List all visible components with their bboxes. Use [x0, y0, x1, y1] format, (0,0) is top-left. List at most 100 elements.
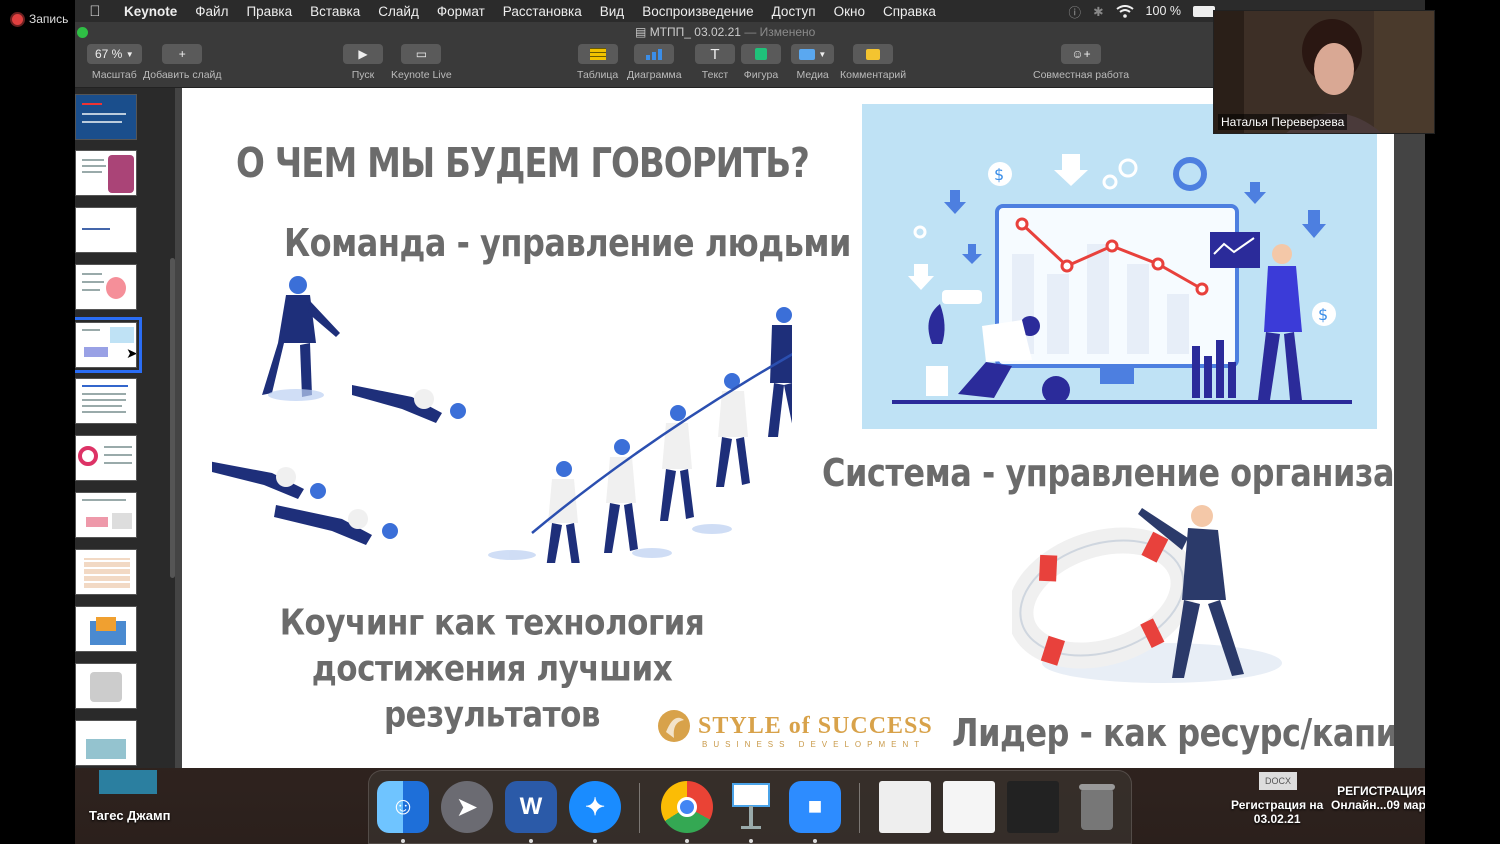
desktop-file-registration-online[interactable]: РЕГИСТРАЦИЯ Онлайн...09 мар [1331, 784, 1425, 812]
window-zoom-button[interactable] [77, 27, 88, 38]
menu-share[interactable]: Доступ [763, 4, 825, 19]
zoom-control[interactable]: 67 % ▼ Масштаб [87, 44, 142, 81]
zoom-window-thumbnail-icon[interactable] [1007, 781, 1059, 833]
comment-button[interactable]: Комментарий [840, 44, 906, 81]
shape-icon [741, 44, 781, 64]
launchpad-icon[interactable]: ➤ [441, 781, 493, 833]
photo-thumbnail [108, 155, 134, 193]
document-status: — Изменено [744, 25, 816, 39]
media-label: Медиа [796, 69, 829, 81]
docx-file-icon[interactable]: DOCX [1259, 772, 1297, 790]
comment-icon [853, 44, 894, 64]
keynote-live-button[interactable]: ▭ Keynote Live [391, 44, 452, 81]
chart-label: Диаграмма [627, 69, 682, 81]
menu-edit[interactable]: Правка [237, 4, 301, 19]
collaborate-button[interactable]: ☺+ Совместная работа [1033, 44, 1129, 81]
apple-menu-icon[interactable]:  [75, 3, 115, 20]
style-of-success-logo: STYLE of SUCCESS BUSINESS DEVELOPMENT [656, 708, 933, 749]
slide-navigator: ➤ [75, 88, 175, 768]
slide-thumbnail[interactable] [75, 549, 137, 595]
comment-label: Комментарий [840, 69, 907, 81]
chart-icon [634, 44, 675, 64]
file-name-line-1: РЕГИСТРАЦИЯ [1337, 784, 1425, 798]
recording-label: Запись [29, 12, 69, 26]
menu-view[interactable]: Вид [591, 4, 633, 19]
finder-icon[interactable]: ☺ [377, 781, 429, 843]
file-name-line-2: Онлайн...09 мар [1331, 798, 1425, 812]
zoom-value: 67 % [95, 47, 123, 61]
battery-icon[interactable] [1193, 5, 1215, 17]
shape-button[interactable]: Фигура [741, 44, 781, 81]
logo-subtitle: BUSINESS DEVELOPMENT [702, 740, 926, 749]
team-illustration [212, 276, 792, 563]
slide-thumbnail[interactable] [75, 606, 137, 652]
svg-text:$: $ [994, 165, 1004, 184]
coaching-line-1: Коучинг как технология [279, 602, 705, 644]
logo-mark-icon [658, 710, 690, 742]
slide-thumbnail[interactable] [75, 378, 137, 424]
menu-arrange[interactable]: Расстановка [494, 4, 591, 19]
wifi-icon[interactable] [1115, 4, 1134, 18]
word-icon[interactable]: W [505, 781, 557, 843]
svg-text:$: $ [1318, 305, 1328, 324]
document-icon: ▤ [635, 25, 647, 39]
slide-thumbnail[interactable] [75, 435, 137, 481]
chart-button[interactable]: Диаграмма [627, 44, 682, 81]
slide-thumbnail[interactable] [75, 720, 137, 766]
play-button[interactable]: ▶ Пуск [343, 44, 383, 81]
add-slide-button[interactable]: + Добавить слайд [143, 44, 222, 81]
menu-app-name[interactable]: Keynote [115, 4, 186, 19]
desktop-item-label[interactable]: Тагес Джамп [89, 808, 171, 823]
info-icon[interactable]: ⓘ [1069, 2, 1082, 21]
word-document-thumbnail-icon[interactable] [879, 781, 931, 833]
zoom-select[interactable]: 67 % ▼ [87, 44, 142, 64]
record-icon [12, 13, 23, 25]
menu-help[interactable]: Справка [874, 4, 945, 19]
recording-indicator: Запись [12, 12, 68, 26]
document-title: ▤ МТПП_ 03.02.21 — Изменено [635, 25, 815, 39]
play-icon: ▶ [343, 44, 383, 64]
slide-thumbnail[interactable] [75, 207, 137, 253]
menu-slide[interactable]: Слайд [369, 4, 428, 19]
safari-icon[interactable]: ✦ [569, 781, 621, 843]
media-icon: ▼ [791, 44, 835, 64]
slide[interactable]: О ЧЕМ МЫ БУДЕМ ГОВОРИТЬ? Команда - управ… [182, 88, 1394, 768]
team-heading: Команда - управление людьми [284, 220, 851, 266]
menu-file[interactable]: Файл [186, 4, 237, 19]
bluetooth-icon[interactable]: ✱ [1093, 4, 1103, 19]
collaborate-label: Совместная работа [1033, 69, 1130, 81]
chrome-icon[interactable] [661, 781, 713, 843]
document-thumbnail-icon[interactable] [943, 781, 995, 833]
dock-separator [859, 783, 860, 833]
slide-thumbnail[interactable] [75, 663, 137, 709]
mouse-cursor-icon: ➤ [126, 345, 137, 361]
menu-format[interactable]: Формат [428, 4, 494, 19]
participant-name: Наталья Переверзева [1218, 114, 1348, 130]
keynote-live-label: Keynote Live [391, 69, 452, 81]
menu-play[interactable]: Воспроизведение [633, 4, 762, 19]
keynote-icon[interactable] [725, 781, 777, 843]
file-name-line-1: Регистрация на [1231, 798, 1324, 812]
system-illustration: $ $ [862, 104, 1377, 429]
desktop-file-registration[interactable]: Регистрация на 03.02.21 [1231, 798, 1323, 826]
slide-thumbnail[interactable] [75, 492, 137, 538]
text-button[interactable]: T Текст [695, 44, 735, 81]
text-icon: T [695, 44, 735, 64]
zoom-icon[interactable]: ■ [789, 781, 841, 843]
slide-thumbnail[interactable] [75, 94, 137, 140]
trash-icon[interactable] [1071, 781, 1123, 833]
plus-icon: + [162, 44, 203, 64]
video-participant-tile[interactable]: Наталья Переверзева [1213, 10, 1435, 134]
desktop-folder-icon[interactable] [99, 770, 157, 794]
menu-insert[interactable]: Вставка [301, 4, 369, 19]
slide-thumbnail[interactable] [75, 264, 137, 310]
menu-window[interactable]: Окно [825, 4, 874, 19]
media-button[interactable]: ▼ Медиа [791, 44, 835, 81]
dock: ☺ ➤ W ✦ ■ [368, 770, 1132, 844]
slide-thumbnail-selected[interactable]: ➤ [75, 317, 142, 373]
slide-thumbnail[interactable] [75, 150, 137, 196]
battery-level: 100 % [1145, 4, 1181, 18]
table-label: Таблица [577, 69, 619, 81]
table-button[interactable]: Таблица [577, 44, 618, 81]
shape-label: Фигура [743, 69, 779, 81]
